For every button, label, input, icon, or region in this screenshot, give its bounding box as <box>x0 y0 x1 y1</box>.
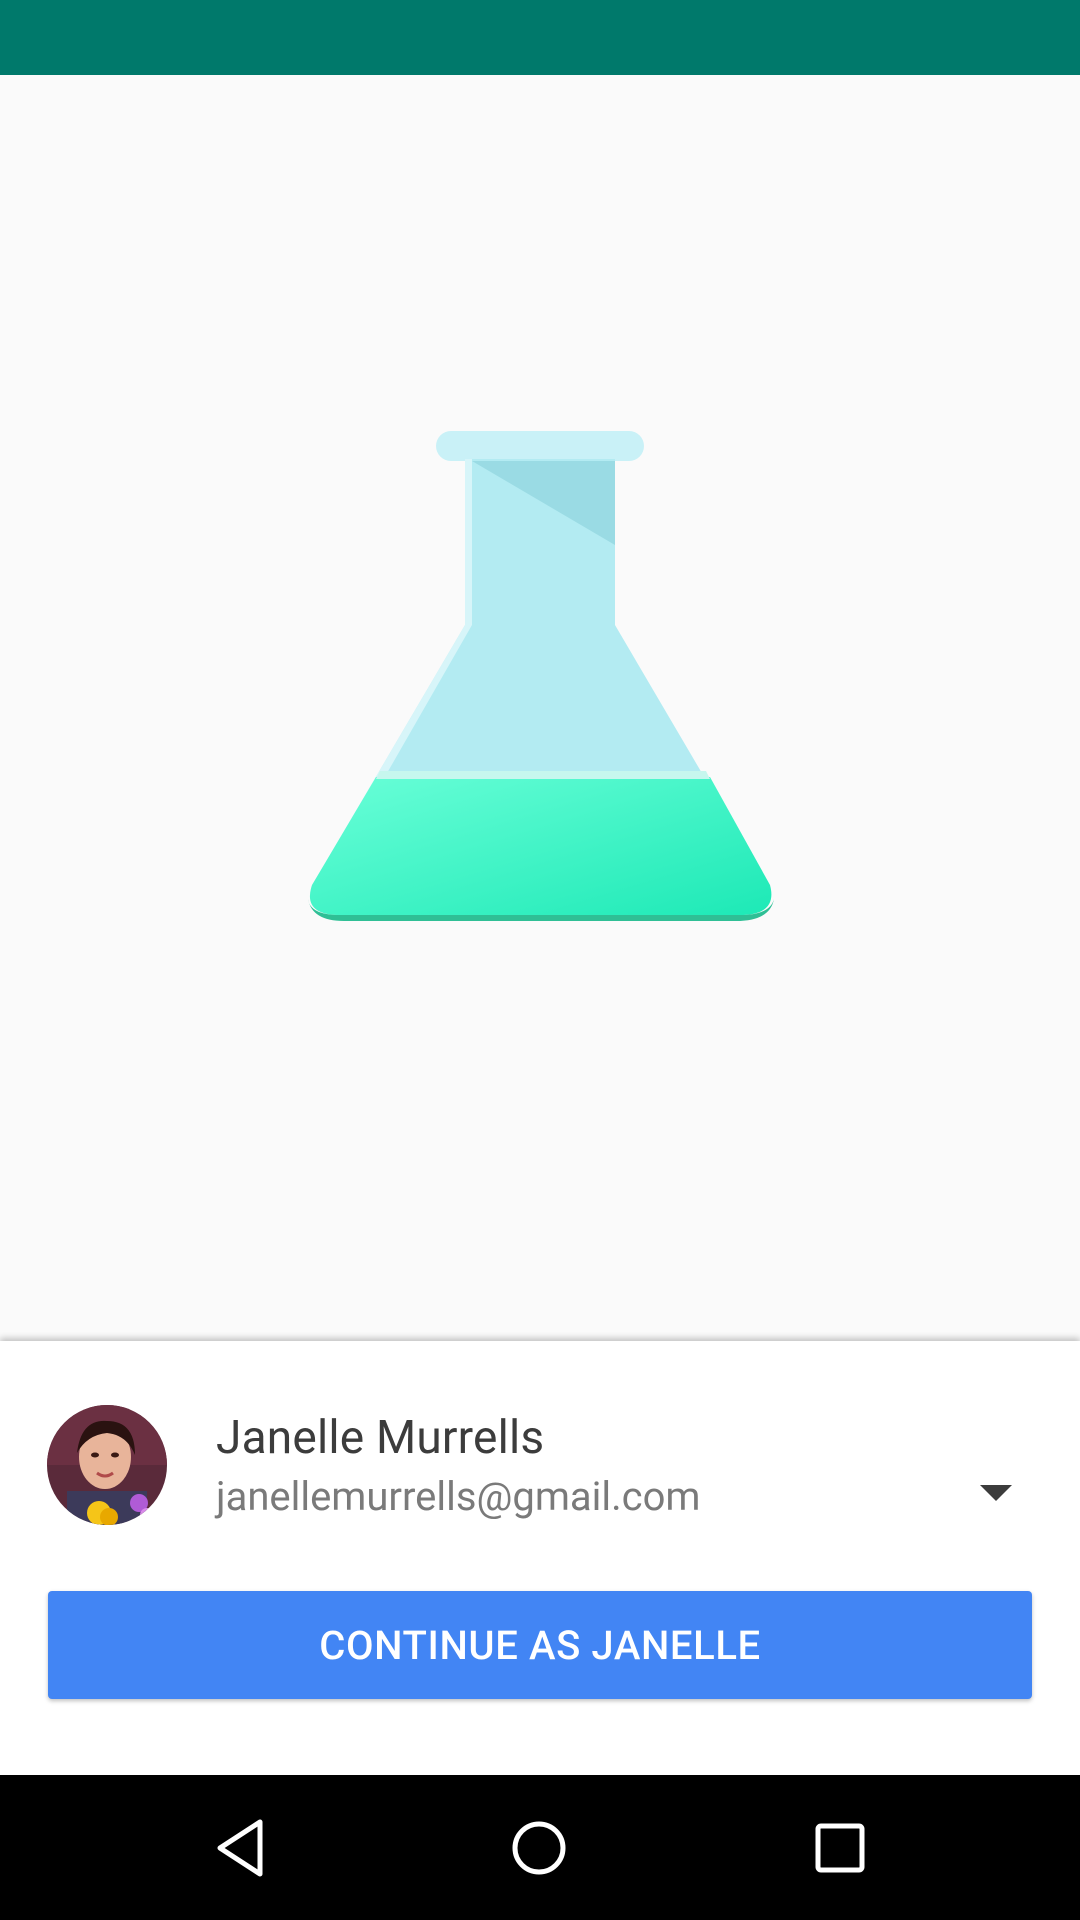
recents-icon[interactable] <box>795 1803 885 1893</box>
navigation-bar <box>0 1775 1080 1920</box>
account-name: Janelle Murrells <box>216 1411 545 1465</box>
account-email: janellemurrells@gmail.com <box>216 1473 701 1520</box>
avatar <box>47 1405 167 1525</box>
home-icon[interactable] <box>494 1803 584 1893</box>
status-bar <box>0 0 1080 75</box>
account-sheet: Janelle Murrells janellemurrells@gmail.c… <box>0 1341 1080 1775</box>
flask-icon <box>308 431 774 921</box>
chevron-down-icon[interactable] <box>978 1481 1014 1505</box>
account-selector[interactable]: Janelle Murrells janellemurrells@gmail.c… <box>0 1401 1080 1531</box>
continue-button[interactable]: CONTINUE AS JANELLE <box>48 1591 1032 1699</box>
main-content <box>0 75 1080 1341</box>
back-icon[interactable] <box>195 1803 285 1893</box>
